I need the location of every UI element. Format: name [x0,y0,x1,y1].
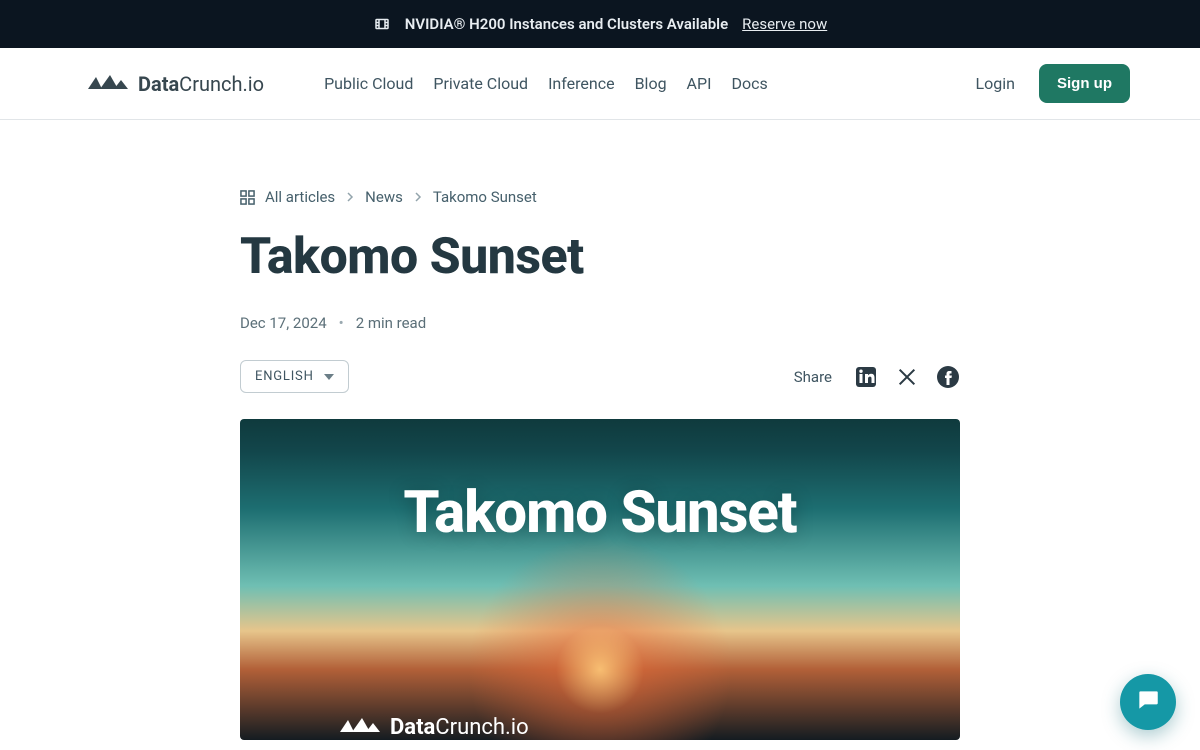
share-group: Share [794,365,960,389]
gpu-icon [373,15,391,33]
language-select[interactable]: ENGLISH [240,360,349,393]
article-meta: Dec 17, 2024 • 2 min read [240,314,960,332]
nav-private-cloud[interactable]: Private Cloud [433,74,528,93]
nav-api[interactable]: API [687,74,712,93]
nav-public-cloud[interactable]: Public Cloud [324,74,413,93]
hero-title: Takomo Sunset [240,479,960,547]
article-date: Dec 17, 2024 [240,314,327,332]
chat-launcher[interactable] [1120,674,1176,730]
mountain-icon [340,715,380,740]
main-content: All articles News Takomo Sunset Takomo S… [0,120,1200,740]
announcement-bar: NVIDIA® H200 Instances and Clusters Avai… [0,0,1200,48]
share-label: Share [794,368,832,386]
linkedin-icon[interactable] [854,365,878,389]
hero-brand-logo: DataCrunch.io [340,715,529,740]
chevron-right-icon [413,192,423,202]
site-header: DataCrunch.io Public Cloud Private Cloud… [0,48,1200,120]
chat-icon [1135,687,1161,717]
main-nav: Public Cloud Private Cloud Inference Blo… [324,74,768,93]
article-toolbar: ENGLISH Share [240,360,960,393]
header-actions: Login Sign up [976,64,1130,103]
nav-inference[interactable]: Inference [548,74,615,93]
breadcrumb-current: Takomo Sunset [433,188,537,206]
article-hero-image: Takomo Sunset DataCrunch.io [240,419,960,740]
grid-icon [240,190,255,205]
login-link[interactable]: Login [976,74,1015,93]
nav-blog[interactable]: Blog [635,74,667,93]
caret-down-icon [324,369,334,384]
breadcrumb: All articles News Takomo Sunset [240,188,960,206]
x-twitter-icon[interactable] [896,366,918,388]
hero-brand-name: DataCrunch.io [390,715,529,740]
meta-separator: • [339,314,344,332]
brand-name: DataCrunch.io [138,72,264,96]
signup-button[interactable]: Sign up [1039,64,1130,103]
article-container: All articles News Takomo Sunset Takomo S… [240,188,960,740]
mountain-icon [88,72,128,96]
breadcrumb-section[interactable]: News [365,188,403,206]
brand-logo[interactable]: DataCrunch.io [88,72,264,96]
announcement-text: NVIDIA® H200 Instances and Clusters Avai… [405,15,728,33]
chevron-right-icon [345,192,355,202]
nav-docs[interactable]: Docs [731,74,767,93]
language-selected: ENGLISH [255,369,314,384]
article-title: Takomo Sunset [240,228,960,286]
reserve-now-link[interactable]: Reserve now [742,15,827,33]
article-read-time: 2 min read [356,314,426,332]
breadcrumb-root[interactable]: All articles [265,188,335,206]
facebook-icon[interactable] [936,365,960,389]
